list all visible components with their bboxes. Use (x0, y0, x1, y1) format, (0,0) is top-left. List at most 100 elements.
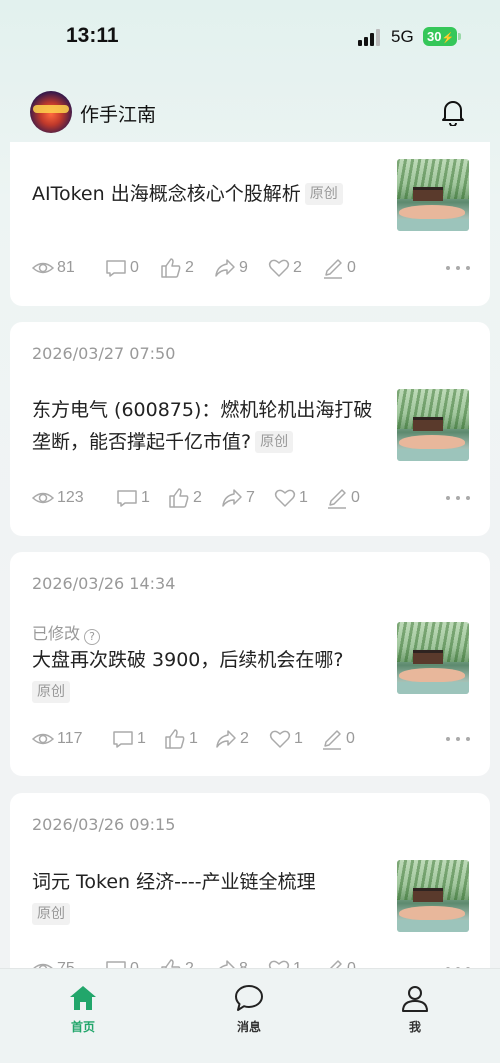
comments-stat[interactable]: 1 (112, 727, 146, 751)
original-tag: 原创 (32, 681, 70, 703)
heart-icon (269, 730, 291, 748)
eye-icon (32, 262, 54, 274)
nav-me[interactable]: 我 (380, 983, 450, 1035)
post-title[interactable]: 词元 Token 经济----产业链全梳理 原创 (32, 866, 377, 930)
chat-bubble-icon (235, 985, 263, 1011)
likes-stat[interactable]: 2 (160, 256, 194, 280)
likes-count: 1 (189, 730, 198, 747)
battery-icon: 30⚡ (423, 27, 457, 46)
original-tag: 原创 (304, 183, 343, 205)
comments-count: 0 (130, 259, 139, 276)
nav-messages[interactable]: 消息 (214, 983, 284, 1035)
post-title-text: AIToken 出海概念核心个股解析 (32, 183, 301, 205)
likes-count: 2 (193, 489, 202, 506)
post-title-text: 词元 Token 经济----产业链全梳理 (32, 871, 316, 893)
comment-icon (117, 490, 137, 507)
post-title-text: 大盘再次跌破 3900，后续机会在哪? (32, 649, 344, 671)
likes-count: 2 (185, 259, 194, 276)
nav-messages-label: 消息 (236, 1020, 261, 1034)
network-type: 5G (391, 27, 414, 46)
cellular-signal-icon (358, 28, 382, 46)
post-card[interactable]: 2026/03/27 07:50 东方电气 (600875)：燃机轮机出海打破垄… (10, 322, 490, 536)
views-count: 123 (57, 489, 84, 506)
post-stats: 123 1 2 7 1 0 (32, 486, 472, 510)
shares-count: 9 (239, 259, 248, 276)
pencil-icon (323, 730, 341, 750)
more-options-icon[interactable] (446, 486, 470, 510)
share-icon (222, 489, 242, 507)
edit-count: 0 (351, 489, 360, 506)
post-thumbnail[interactable] (397, 622, 469, 694)
post-thumbnail[interactable] (397, 159, 469, 231)
post-date: 2026/03/27 07:50 (32, 344, 176, 363)
comments-count: 1 (137, 730, 146, 747)
pencil-icon (324, 259, 342, 279)
edit-stat[interactable]: 0 (321, 727, 355, 751)
post-stats: 117 1 1 2 1 0 (32, 727, 472, 751)
post-title[interactable]: 大盘再次跌破 3900，后续机会在哪? 原创 (32, 644, 377, 708)
favorites-stat[interactable]: 1 (274, 486, 308, 510)
post-date: 2026/03/26 14:34 (32, 574, 176, 593)
pencil-icon (328, 489, 346, 509)
edit-count: 0 (346, 730, 355, 747)
thumbs-up-icon (165, 729, 185, 749)
bell-icon[interactable] (440, 98, 466, 126)
more-options-icon[interactable] (446, 727, 470, 751)
favorites-stat[interactable]: 1 (269, 727, 303, 751)
battery-tip (458, 33, 461, 40)
help-icon[interactable]: ? (84, 629, 101, 645)
shares-stat[interactable]: 2 (215, 727, 249, 751)
bottom-nav: 首页 消息 我 (0, 968, 500, 1063)
views-stat: 81 (32, 256, 75, 280)
thumbs-up-icon (169, 488, 189, 508)
status-time: 13:11 (66, 24, 119, 47)
comments-count: 1 (141, 489, 150, 506)
shares-count: 7 (246, 489, 255, 506)
favorites-count: 1 (294, 730, 303, 747)
post-card[interactable]: 2026/03/26 14:34 已修改? 大盘再次跌破 3900，后续机会在哪… (10, 552, 490, 776)
likes-stat[interactable]: 2 (168, 486, 202, 510)
favorites-count: 1 (299, 489, 308, 506)
original-tag: 原创 (255, 431, 294, 453)
status-bar: 13:11 5G 30⚡ (0, 0, 500, 70)
modified-label: 已修改? (32, 620, 101, 645)
comments-stat[interactable]: 0 (105, 256, 139, 280)
nav-home-label: 首页 (70, 1020, 95, 1034)
shares-stat[interactable]: 9 (214, 256, 248, 280)
views-stat: 117 (32, 727, 83, 751)
person-icon (402, 986, 428, 1012)
share-icon (215, 259, 235, 277)
shares-stat[interactable]: 7 (221, 486, 255, 510)
post-title[interactable]: 东方电气 (600875)：燃机轮机出海打破垄断，能否撑起千亿市值? 原创 (32, 394, 377, 458)
views-count: 117 (57, 730, 83, 747)
post-title[interactable]: AIToken 出海概念核心个股解析 原创 (32, 178, 377, 210)
profile-header: 作手江南 (0, 84, 500, 142)
post-card[interactable]: AIToken 出海概念核心个股解析 原创 81 0 2 9 2 0 (10, 142, 490, 306)
nav-me-label: 我 (408, 1020, 421, 1034)
heart-icon (274, 489, 296, 507)
likes-stat[interactable]: 1 (164, 727, 198, 751)
author-name[interactable]: 作手江南 (80, 100, 156, 127)
comments-stat[interactable]: 1 (116, 486, 150, 510)
eye-icon (32, 733, 54, 745)
author-avatar[interactable] (30, 91, 72, 133)
edit-stat[interactable]: 0 (322, 256, 356, 280)
modified-text: 已修改 (32, 624, 81, 643)
eye-icon (32, 492, 54, 504)
more-options-icon[interactable] (446, 256, 470, 280)
post-date: 2026/03/26 09:15 (32, 815, 176, 834)
favorites-count: 2 (293, 259, 302, 276)
home-icon (70, 986, 96, 1010)
thumbs-up-icon (161, 258, 181, 278)
comment-icon (106, 260, 126, 277)
post-thumbnail[interactable] (397, 860, 469, 932)
nav-home[interactable]: 首页 (48, 983, 118, 1035)
edit-stat[interactable]: 0 (326, 486, 360, 510)
post-thumbnail[interactable] (397, 389, 469, 461)
heart-icon (268, 259, 290, 277)
favorites-stat[interactable]: 2 (268, 256, 302, 280)
post-title-text: 东方电气 (600875)：燃机轮机出海打破垄断，能否撑起千亿市值? (32, 399, 373, 453)
shares-count: 2 (240, 730, 249, 747)
battery-level: 30 (427, 29, 442, 44)
comment-icon (113, 731, 133, 748)
